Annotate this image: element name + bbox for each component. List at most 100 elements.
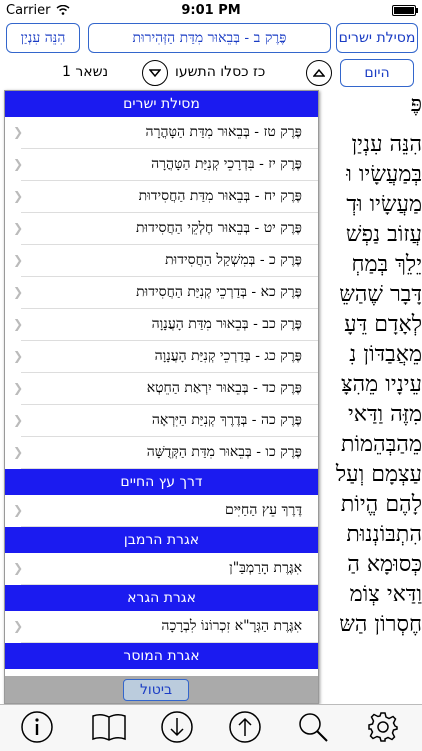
reading-text-line: עֵינָיו מֵהִצָּ — [341, 372, 422, 397]
list-item[interactable]: פֶּרֶק יח - בְּבֵאוּר מִדַּת הַחֲסִידוּת… — [13, 181, 318, 213]
list-item[interactable]: פֶּרֶק כה - בְּדֶרֶךְ קְנִיַּת הַיִּרְאָ… — [13, 405, 318, 437]
picker-footer: ביטול — [5, 676, 318, 703]
chapter-picker: מסילת ישרים פֶּרֶק טז - בְּבֵאוּר מִדַּת … — [4, 90, 319, 704]
reading-text-line: וַדַּאי צְוֹמ — [349, 582, 422, 607]
list-item-label: פֶּרֶק יח - בְּבֵאוּר מִדַּת הַחֲסִידוּת — [138, 188, 302, 204]
list-item[interactable]: אִגֶּרֶת הַמּוּסָר❯ — [21, 669, 318, 676]
list-item[interactable]: פֶּרֶק כב - בְּבֵאוּר מִדַּת הָעֲנָוָה ❯ — [13, 309, 318, 341]
list-item[interactable]: פֶּרֶק יז - בִּדְרָכֵי קְנִיַּת הַטָּהֳר… — [13, 149, 318, 181]
list-item-label: דֶּרֶךְ עֵץ הַחַיִּים — [224, 502, 302, 518]
chevron-icon: ❯ — [13, 561, 24, 575]
next-day-button[interactable] — [142, 60, 168, 86]
list-item-label: פֶּרֶק טז - בְּבֵאוּר מִדַּת הַטָּהֳרָה — [145, 124, 302, 140]
reading-text-line: הִתְבּוֹנְנוּת — [346, 522, 422, 547]
list-item[interactable]: פֶּרֶק כד - בְּבֵאוּר יִרְאַת הַחֵטְא ❯ — [13, 373, 318, 405]
reading-text-line: כְּסוּמָא הַ — [347, 552, 422, 577]
reading-text-line: חֶסְרוֹן הַשּ — [339, 612, 422, 637]
list-item[interactable]: פֶּרֶק טז - בְּבֵאוּר מִדַּת הַטָּהֳרָה ❯ — [13, 117, 318, 149]
reading-text-line: מֵהַבְּהֵמוֹת — [340, 432, 422, 457]
chevron-icon: ❯ — [13, 349, 24, 363]
reading-text-line: עֲזוֹב נַפְשׁ — [345, 222, 422, 247]
reading-text-line: לְאָדָם דֵּעָ — [344, 312, 422, 337]
list-item[interactable]: פֶּרֶק כ - בְּמִשְׁקַל הַחֲסִידוּת ❯ — [13, 245, 318, 277]
list-item-label: פֶּרֶק כא - בְּדַרְכֵי קְנִיַּת הַחֲסִיד… — [136, 284, 302, 300]
list-item-label: פֶּרֶק כג - בְּדַרְכֵי קְנִיַּת הָעֲנָוָ… — [154, 348, 302, 364]
list-item-label: פֶּרֶק כו - בְּבֵאוּר מִדַּת הַקְּדֻשָּׁ… — [146, 444, 302, 460]
info-button[interactable] — [20, 710, 54, 744]
reading-text-line: לָהֶם הֱיוֹת — [340, 492, 422, 517]
scroll-down-button[interactable] — [160, 710, 194, 744]
list-item-label: פֶּרֶק יז - בִּדְרָכֵי קְנִיַּת הַטָּהֳר… — [151, 156, 302, 172]
list-item-label: אִגֶּרֶת הַגְּרָ"א זִכְרוֹנוֹ לִבְרָכָה — [161, 618, 302, 634]
chevron-icon: ❯ — [13, 253, 24, 267]
list-item-label: פֶּרֶק כד - בְּבֵאוּר יִרְאַת הַחֵטְא — [146, 380, 302, 396]
list-item-label: פֶּרֶק כה - בְּדֶרֶךְ קְנִיַּת הַיִּרְאָ… — [151, 412, 302, 428]
section-header: מסילת ישרים — [5, 91, 318, 117]
chevron-up-icon — [313, 68, 325, 77]
book-button[interactable]: מסילת ישרים — [336, 23, 418, 53]
reading-text-line: פֶּ — [410, 92, 422, 117]
context-button[interactable]: הִנֵּה עִנְיַן — [6, 23, 80, 53]
search-icon — [299, 713, 328, 742]
list-item-label: אִגֶּרֶת הַמּוּסָר — [234, 669, 302, 676]
chapter-button[interactable]: פֶּרֶק ב - בְּבֵאוּר מִדַּת הַזְּהִירוּת — [88, 23, 331, 53]
chevron-icon: ❯ — [13, 619, 24, 633]
book-icon — [92, 713, 126, 741]
reading-text-line: הִנֵּה עִנְיַן — [351, 132, 422, 157]
tab-bar — [0, 704, 422, 751]
status-bar: Carrier 9:01 PM — [0, 0, 422, 20]
list-item[interactable]: פֶּרֶק כג - בְּדַרְכֵי קְנִיַּת הָעֲנָוָ… — [13, 341, 318, 373]
today-button[interactable]: היום — [340, 59, 414, 87]
section-header: אגרת הרמבן — [5, 527, 318, 553]
remaining-label: נשאר 1 — [62, 64, 109, 80]
reading-text-line: בְּמַעֲשָׂיו וּ — [346, 162, 422, 187]
battery-icon — [392, 5, 418, 16]
settings-icon — [368, 712, 398, 742]
section-header: אגרת המוסר — [5, 643, 318, 669]
search-button[interactable] — [296, 710, 330, 744]
settings-button[interactable] — [366, 710, 400, 744]
scroll-up-button[interactable] — [228, 710, 262, 744]
list-item[interactable]: אִגֶּרֶת הַגְּרָ"א זִכְרוֹנוֹ לִבְרָכָה ❯ — [13, 611, 318, 643]
prev-day-button[interactable] — [306, 60, 332, 86]
chevron-down-icon — [149, 69, 161, 78]
reading-text-line: מֵאֲבַדּוֹן נִ — [349, 342, 422, 367]
info-icon — [21, 711, 53, 743]
section-header: אגרת הגרא — [5, 585, 318, 611]
chevron-icon: ❯ — [13, 221, 24, 235]
list-item-label: פֶּרֶק כב - בְּבֵאוּר מִדַּת הָעֲנָוָה — [151, 316, 302, 332]
list-item[interactable]: פֶּרֶק כא - בְּדַרְכֵי קְנִיַּת הַחֲסִיד… — [13, 277, 318, 309]
list-item[interactable]: אִגֶּרֶת הָרַמְבַּ"ן ❯ — [13, 553, 318, 585]
chapter-list[interactable]: מסילת ישרים פֶּרֶק טז - בְּבֵאוּר מִדַּת … — [5, 91, 318, 676]
section-header: דרך עץ החיים — [5, 469, 318, 495]
chevron-icon: ❯ — [13, 381, 24, 395]
book-button-tab[interactable] — [90, 710, 128, 744]
reading-text-line: מִזֶּה וַדַּאי — [347, 402, 422, 427]
arrow-down-circle-icon — [161, 711, 193, 743]
reading-text-line: יֵלֵךְ בְּמַחְ — [351, 252, 422, 277]
chevron-icon: ❯ — [13, 413, 24, 427]
date-bar: היום כז כסלו התשעו נשאר 1 — [0, 59, 422, 87]
list-item[interactable]: דֶּרֶךְ עֵץ הַחַיִּים ❯ — [13, 495, 318, 527]
arrow-up-circle-icon — [229, 711, 261, 743]
chevron-icon: ❯ — [13, 317, 24, 331]
reading-text: פֶּ הִנֵּה עִנְיַן בְּמַעֲשָׂיו וּ מַעֲשָׂי… — [318, 90, 422, 700]
chevron-icon: ❯ — [13, 445, 24, 459]
chevron-icon: ❯ — [13, 669, 23, 676]
chevron-icon: ❯ — [13, 503, 24, 517]
chevron-icon: ❯ — [13, 125, 24, 139]
clock: 9:01 PM — [181, 3, 241, 18]
chevron-icon: ❯ — [13, 285, 24, 299]
list-item-label: אִגֶּרֶת הָרַמְבַּ"ן — [229, 560, 302, 576]
list-item-label: פֶּרֶק כ - בְּמִשְׁקַל הַחֲסִידוּת — [165, 252, 302, 268]
reading-text-line: מַעֲשָׂיו וּדְ — [346, 192, 422, 217]
reading-text-line: דָּבָר שֶׁהַשֵּ — [339, 282, 422, 307]
list-item-label: פֶּרֶק יט - בְּבֵאוּר חֶלְקֵי הַחֲסִידוּ… — [136, 220, 302, 236]
chevron-icon: ❯ — [13, 157, 24, 171]
reading-text-line: עַצְמָם וְעַל — [335, 462, 422, 487]
cancel-button[interactable]: ביטול — [123, 679, 189, 701]
list-item[interactable]: פֶּרֶק יט - בְּבֵאוּר חֶלְקֵי הַחֲסִידוּ… — [13, 213, 318, 245]
list-item[interactable]: פֶּרֶק כו - בְּבֵאוּר מִדַּת הַקְּדֻשָּׁ… — [13, 437, 318, 469]
hebrew-date: כז כסלו התשעו — [175, 64, 266, 80]
chevron-icon: ❯ — [13, 189, 24, 203]
